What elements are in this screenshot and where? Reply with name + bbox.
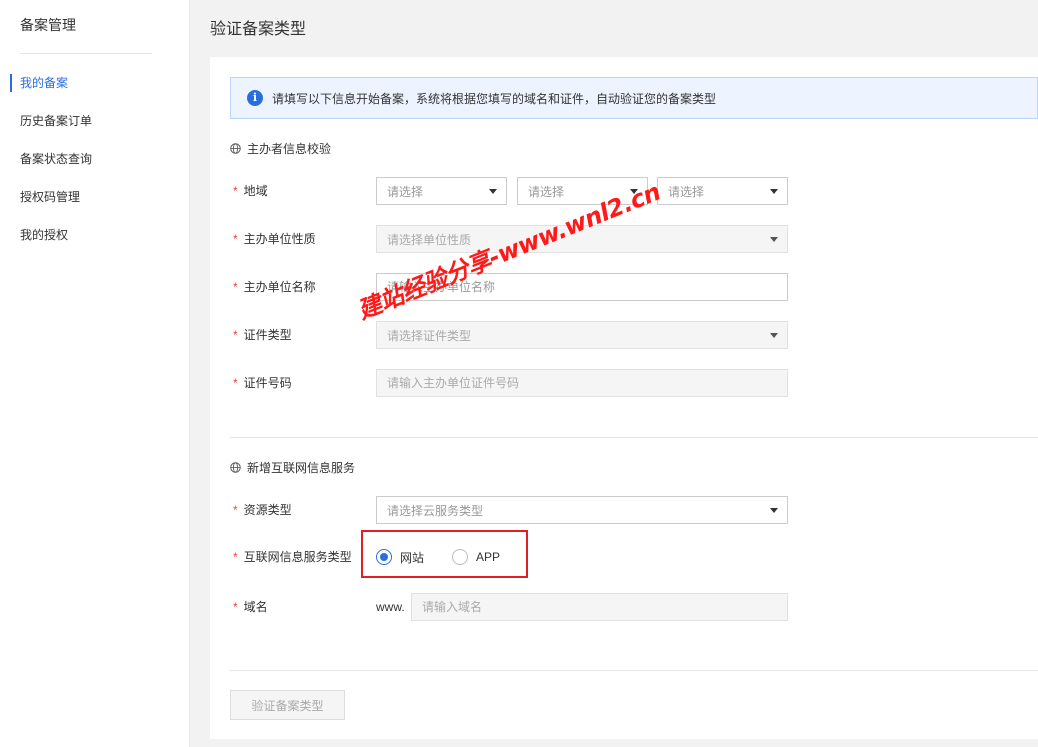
- domain-prefix: www.: [376, 600, 405, 614]
- globe-icon: [230, 143, 241, 154]
- service-section-label: 新增互联网信息服务: [247, 461, 356, 475]
- info-icon: i: [247, 90, 263, 106]
- main-panel: i 请填写以下信息开始备案，系统将根据您填写的域名和证件，自动验证您的备案类型 …: [210, 57, 1038, 739]
- sidebar-item-history-orders[interactable]: 历史备案订单: [0, 109, 190, 133]
- org-type-label: * 主办单位性质: [233, 232, 316, 246]
- globe-icon: [230, 462, 241, 473]
- city-select[interactable]: 请选择: [517, 177, 648, 205]
- info-text: 请填写以下信息开始备案，系统将根据您填写的域名和证件，自动验证您的备案类型: [272, 91, 717, 106]
- cert-type-select[interactable]: 请选择证件类型: [376, 321, 788, 349]
- sponsor-section-title: 主办者信息校验: [230, 140, 331, 157]
- chevron-down-icon: [770, 333, 778, 338]
- domain-label: * 域名: [233, 600, 268, 614]
- region-label: * 地域: [233, 184, 268, 198]
- cert-number-input[interactable]: [376, 369, 788, 397]
- required-mark: *: [233, 600, 238, 614]
- required-mark: *: [233, 550, 238, 564]
- org-name-label: * 主办单位名称: [233, 280, 316, 294]
- required-mark: *: [233, 280, 238, 294]
- sidebar-title: 备案管理: [20, 17, 76, 33]
- province-select[interactable]: 请选择: [376, 177, 507, 205]
- domain-input[interactable]: [411, 593, 788, 621]
- chevron-down-icon: [770, 237, 778, 242]
- info-bar: i 请填写以下信息开始备案，系统将根据您填写的域名和证件，自动验证您的备案类型: [230, 77, 1038, 119]
- page-title: 验证备案类型: [210, 21, 307, 38]
- org-type-select[interactable]: 请选择单位性质: [376, 225, 788, 253]
- cert-type-label: * 证件类型: [233, 328, 292, 342]
- resource-type-label: * 资源类型: [233, 503, 292, 517]
- section-divider: [230, 437, 1038, 438]
- footer-divider: [230, 670, 1038, 671]
- sidebar-item-status-query[interactable]: 备案状态查询: [0, 147, 190, 171]
- sidebar-divider: [20, 53, 152, 54]
- required-mark: *: [233, 376, 238, 390]
- service-section-title: 新增互联网信息服务: [230, 459, 355, 476]
- cert-number-label: * 证件号码: [233, 376, 292, 390]
- verify-filing-type-button[interactable]: 验证备案类型: [230, 690, 345, 720]
- sponsor-section-label: 主办者信息校验: [247, 142, 332, 156]
- required-mark: *: [233, 184, 238, 198]
- sidebar: 备案管理 我的备案 历史备案订单 备案状态查询 授权码管理 我的授权: [0, 0, 190, 747]
- required-mark: *: [233, 328, 238, 342]
- sidebar-item-my-auth[interactable]: 我的授权: [0, 223, 190, 247]
- chevron-down-icon: [770, 189, 778, 194]
- chevron-down-icon: [489, 189, 497, 194]
- resource-type-select[interactable]: 请选择云服务类型: [376, 496, 788, 524]
- required-mark: *: [233, 232, 238, 246]
- chevron-down-icon: [630, 189, 638, 194]
- sidebar-item-my-filings[interactable]: 我的备案: [0, 71, 190, 95]
- required-mark: *: [233, 503, 238, 517]
- service-type-label: * 互联网信息服务类型: [233, 550, 352, 564]
- org-name-input[interactable]: [376, 273, 788, 301]
- chevron-down-icon: [770, 508, 778, 513]
- district-select[interactable]: 请选择: [657, 177, 788, 205]
- sidebar-item-auth-code[interactable]: 授权码管理: [0, 185, 190, 209]
- highlight-annotation-box: [361, 530, 528, 578]
